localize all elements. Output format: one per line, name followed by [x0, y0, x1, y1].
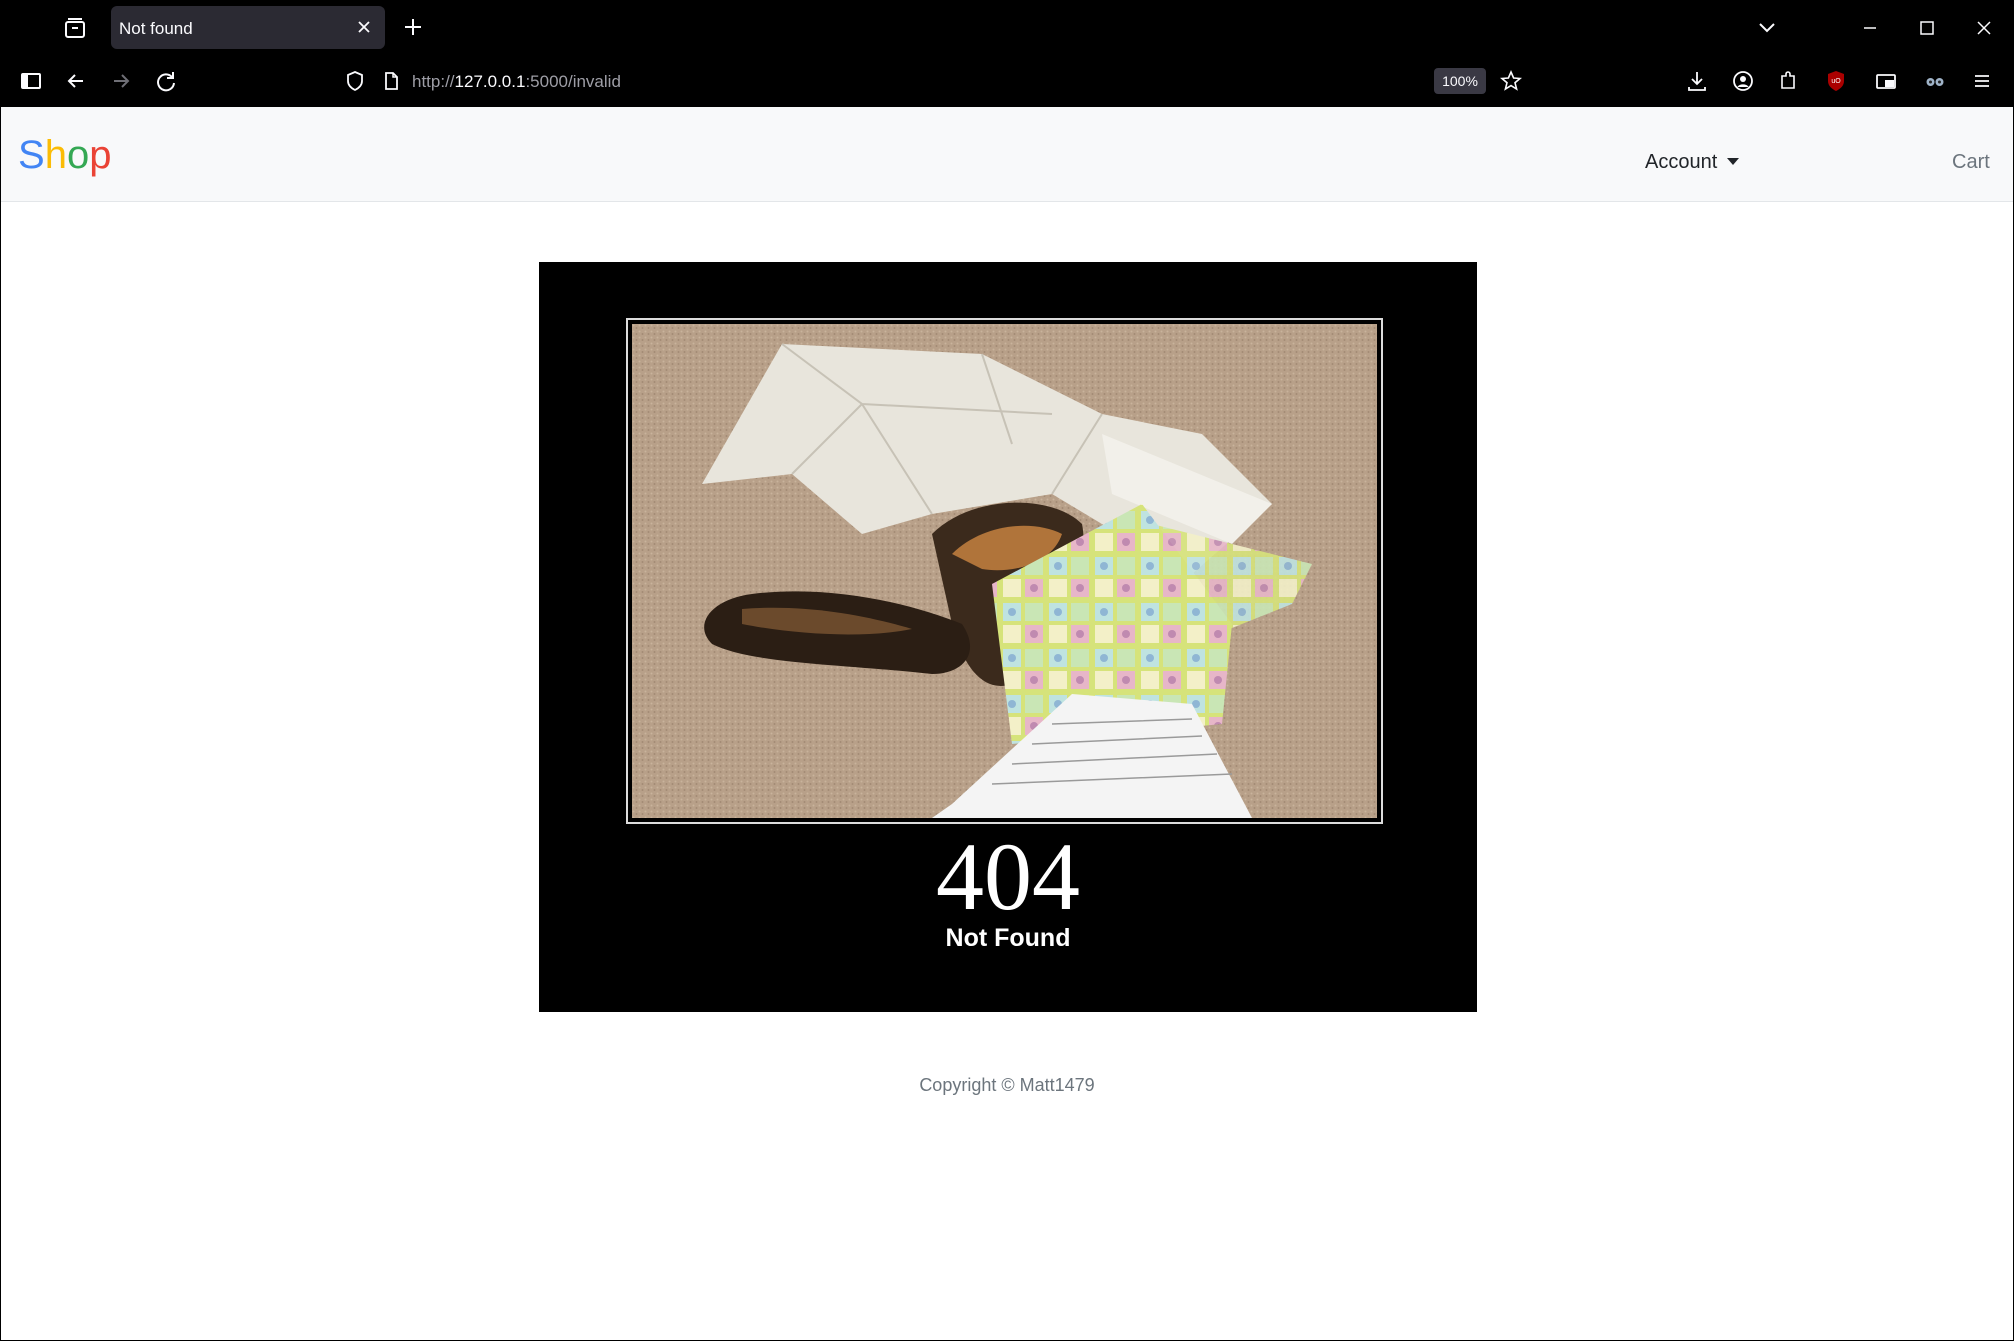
account-label: Account	[1645, 151, 1718, 173]
tab-overview-icon[interactable]	[60, 14, 90, 44]
new-tab-icon[interactable]	[402, 16, 424, 38]
footer-copyright: Copyright © Matt1479	[919, 1075, 1095, 1095]
url-path: :5000/invalid	[525, 72, 621, 91]
downloads-icon[interactable]	[1683, 67, 1711, 95]
list-all-tabs-icon[interactable]	[1753, 14, 1781, 42]
url-host: 127.0.0.1	[454, 72, 526, 91]
photo-frame	[626, 318, 1383, 824]
close-tab-icon[interactable]	[355, 18, 373, 36]
svg-text:uO: uO	[1831, 78, 1841, 85]
brand-letter: h	[44, 133, 67, 177]
browser-tab-active[interactable]: Not found	[111, 6, 385, 49]
picture-in-picture-icon[interactable]	[1872, 67, 1900, 95]
sidebar-toggle-icon[interactable]	[17, 67, 45, 95]
address-bar[interactable]: http://127.0.0.1:5000/invalid	[340, 62, 1520, 100]
caret-down-icon	[1727, 158, 1740, 165]
extensions-puzzle-icon[interactable]	[1774, 67, 1802, 95]
brand-letter: p	[89, 133, 112, 177]
privacy-mask-icon[interactable]	[1921, 67, 1949, 95]
brand-letter: o	[66, 133, 90, 177]
ublock-icon[interactable]: uO	[1822, 67, 1850, 95]
brand-logo-link[interactable]: Shop	[18, 133, 111, 178]
account-dropdown-toggle[interactable]: Account	[1645, 151, 1740, 174]
browser-titlebar: Not found	[0, 0, 2014, 55]
maximize-icon[interactable]	[1913, 14, 1941, 42]
url-text[interactable]: http://127.0.0.1:5000/invalid	[412, 72, 621, 92]
back-arrow-icon[interactable]	[62, 67, 90, 95]
zoom-level-badge[interactable]: 100%	[1434, 68, 1486, 94]
site-navbar: Shop Account Cart	[1, 107, 2013, 202]
error-poster: 404 Not Found	[539, 262, 1477, 1012]
brand-letter: S	[18, 133, 45, 177]
reload-icon[interactable]	[152, 67, 180, 95]
account-circle-icon[interactable]	[1729, 67, 1757, 95]
minimize-icon[interactable]	[1856, 14, 1884, 42]
error-message: Not Found	[945, 924, 1071, 952]
url-scheme: http://	[412, 72, 455, 91]
cat-under-paper-illustration	[632, 324, 1377, 818]
hamburger-menu-icon[interactable]	[1968, 67, 1996, 95]
close-window-icon[interactable]	[1970, 14, 1998, 42]
error-code: 404	[936, 823, 1080, 930]
page-viewport: Shop Account Cart 404 Not Found Copyrigh…	[1, 107, 2013, 1340]
tab-title: Not found	[119, 19, 193, 38]
forward-arrow-icon[interactable]	[107, 67, 135, 95]
cart-link[interactable]: Cart	[1952, 151, 1990, 174]
